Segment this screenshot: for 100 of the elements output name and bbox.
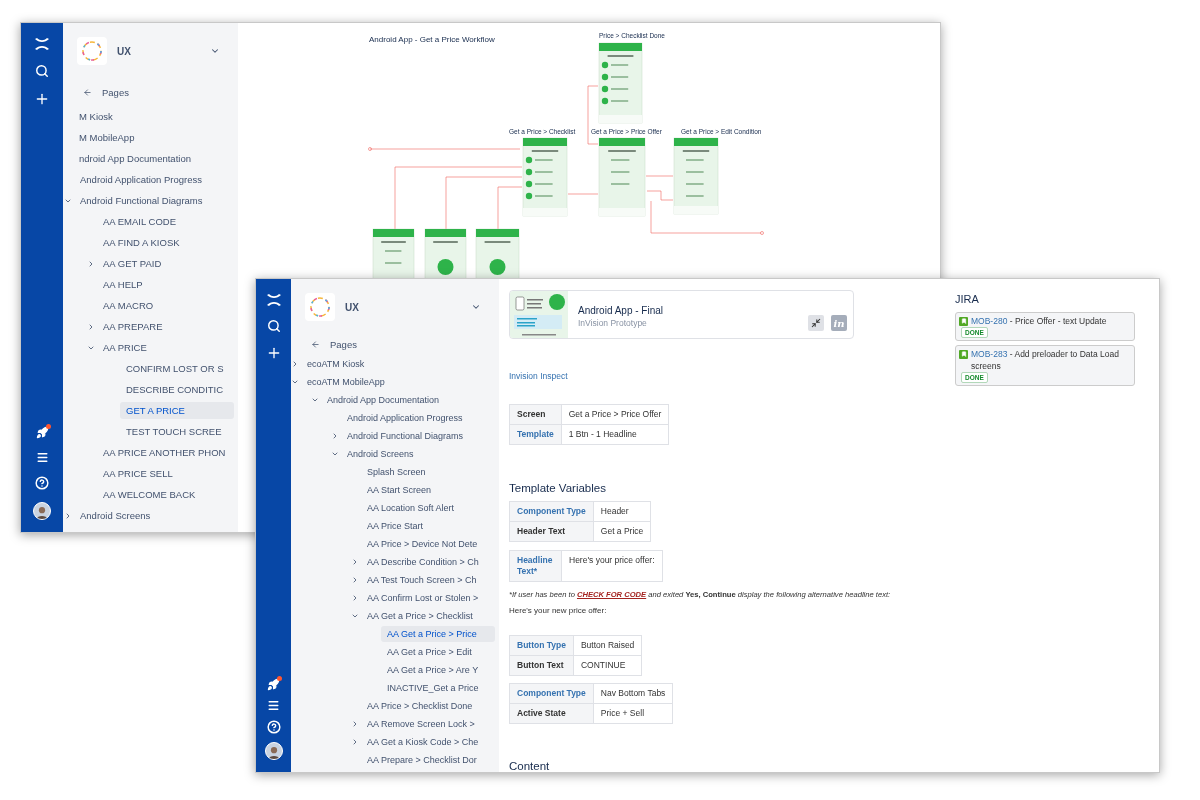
caret-icon[interactable]	[331, 432, 339, 440]
menu-icon[interactable]	[35, 451, 49, 464]
row-value: 1 Btn - 1 Headline	[561, 424, 669, 445]
issue-key-link[interactable]: MOB-283	[971, 349, 1008, 359]
caret-icon[interactable]	[351, 576, 359, 584]
row-label: Header Text	[509, 521, 594, 542]
back-arrow-icon[interactable]	[83, 88, 92, 97]
row-value: Header	[593, 501, 651, 522]
row-label: Button Type	[509, 635, 574, 656]
jira-heading: JIRA	[955, 293, 980, 305]
page-tree-item[interactable]: AA Price Start	[361, 518, 495, 534]
caret-icon[interactable]	[87, 259, 95, 268]
avatar-icon[interactable]	[264, 742, 283, 760]
search-icon[interactable]	[266, 319, 281, 333]
page-tree-item[interactable]: AA EMAIL CODE	[97, 213, 234, 230]
caret-icon[interactable]	[351, 612, 359, 620]
space-name[interactable]: UX	[345, 301, 461, 313]
caret-icon[interactable]	[351, 594, 359, 602]
row-value: CONTINUE	[573, 655, 642, 676]
page-tree-item[interactable]: AA PRICE ANOTHER PHON	[97, 444, 234, 461]
page-tree-item[interactable]: CONFIRM LOST OR S	[120, 360, 234, 377]
create-icon[interactable]	[34, 91, 50, 107]
page-tree-item[interactable]: AA Prepare > Checklist Dor	[361, 752, 495, 768]
page-tree-item[interactable]: ndroid App Documentation	[73, 150, 234, 167]
page-tree-item[interactable]: AA Price > Checklist Done	[361, 698, 495, 714]
caret-icon[interactable]	[351, 558, 359, 566]
page-tree-item[interactable]: AA PREPARE	[97, 318, 234, 335]
help-icon[interactable]	[266, 720, 281, 734]
chevron-down-icon[interactable]	[471, 302, 481, 312]
page-tree-item[interactable]: Android Application Progress	[341, 410, 495, 426]
page-tree-item[interactable]: AA Test Touch Screen > Ch	[361, 572, 495, 588]
page-tree-item[interactable]: Android Functional Diagrams	[74, 192, 234, 209]
page-tree-item[interactable]: ecoATM Kiosk	[301, 356, 495, 372]
page-tree-item[interactable]: M MobileApp	[73, 129, 234, 146]
page-tree-item[interactable]: AA Get a Price > Price	[381, 626, 495, 642]
issue-key-link[interactable]: MOB-280	[971, 316, 1008, 326]
back-arrow-icon[interactable]	[311, 340, 320, 349]
invision-inspect-link[interactable]: Invision Inspect	[509, 371, 568, 381]
page-tree-item[interactable]: AA Start Screen	[361, 482, 495, 498]
caret-icon[interactable]	[351, 720, 359, 728]
page-tree-item[interactable]: AA MACRO	[97, 297, 234, 314]
notification-dot	[45, 424, 51, 429]
page-tree-item[interactable]: DESCRIBE CONDITIC	[120, 381, 234, 398]
caret-icon[interactable]	[351, 738, 359, 746]
page-tree-item[interactable]: Splash Screen	[361, 464, 495, 480]
avatar-icon[interactable]	[33, 502, 51, 520]
page-tree-item[interactable]: AA HELP	[97, 276, 234, 293]
page-tree-item[interactable]: AA FIND A KIOSK	[97, 234, 234, 251]
chevron-down-icon[interactable]	[210, 46, 220, 56]
app-logo-icon[interactable]	[34, 37, 50, 51]
page-tree-item[interactable]: Android Screens	[74, 507, 234, 524]
app-logo-icon[interactable]	[265, 293, 282, 307]
page-tree-item[interactable]: AA Remove Screen Lock >	[361, 716, 495, 732]
page-tree-item[interactable]: Android Application Progress	[74, 171, 234, 188]
caret-icon[interactable]	[64, 511, 72, 520]
space-logo-icon	[309, 296, 331, 318]
page-tree-item[interactable]: AA Get a Price > Edit	[381, 644, 495, 660]
row-label: Component Type	[509, 501, 594, 522]
section-heading: Template Variables	[509, 482, 606, 494]
pages-link[interactable]: Pages	[330, 339, 357, 350]
row-value: Get a Price > Price Offer	[561, 404, 669, 425]
phone-mockup	[424, 228, 467, 279]
caret-icon[interactable]	[87, 322, 95, 331]
row-label: Screen	[509, 404, 562, 425]
space-name[interactable]: UX	[117, 45, 200, 57]
page-tree-item[interactable]: AA PRICE	[97, 339, 234, 356]
page-tree-item[interactable]: AA Get a Price > Are Y	[381, 662, 495, 678]
thumbnail-drawing	[510, 291, 568, 338]
phone-mockup	[475, 228, 520, 279]
menu-icon[interactable]	[267, 699, 280, 712]
caret-icon[interactable]	[311, 396, 319, 404]
rocket-icon[interactable]	[267, 678, 280, 691]
page-tree-item[interactable]: INACTIVE_Get a Price	[381, 680, 495, 696]
page-tree-item[interactable]: AA Get a Price > Checklist	[361, 608, 495, 624]
page-tree-item[interactable]: AA Price > Device Not Dete	[361, 536, 495, 552]
page-tree-item[interactable]: ecoATM MobileApp	[301, 374, 495, 390]
help-icon[interactable]	[35, 476, 49, 490]
caret-icon[interactable]	[331, 450, 339, 458]
rocket-icon[interactable]	[35, 426, 49, 439]
page-tree-item[interactable]: Android Functional Diagrams	[341, 428, 495, 444]
page-tree-item[interactable]: M Kiosk	[73, 108, 234, 125]
page-tree-item[interactable]: AA Location Soft Alert	[361, 500, 495, 516]
page-tree-item[interactable]: AA GET PAID	[97, 255, 234, 272]
page-tree-item[interactable]: Android Screens	[341, 446, 495, 462]
page-tree-item[interactable]: Android App Documentation	[321, 392, 495, 408]
page-tree-item[interactable]: AA WELCOME BACK	[97, 486, 234, 503]
page-tree-item[interactable]: GET A PRICE	[120, 402, 234, 419]
story-icon	[959, 349, 968, 359]
pages-link[interactable]: Pages	[102, 87, 129, 98]
prototype-card[interactable]: Android App - Final InVision Prototype in	[509, 290, 854, 339]
search-icon[interactable]	[35, 64, 49, 78]
caret-icon[interactable]	[291, 378, 299, 386]
story-icon	[959, 316, 968, 326]
page-tree-item[interactable]: AA Get a Kiosk Code > Che	[361, 734, 495, 750]
page-tree-item[interactable]: AA Describe Condition > Ch	[361, 554, 495, 570]
page-tree-item[interactable]: TEST TOUCH SCREE	[120, 423, 234, 440]
collapse-button[interactable]	[808, 315, 824, 331]
page-tree-item[interactable]: AA PRICE SELL	[97, 465, 234, 482]
caret-icon[interactable]	[291, 360, 299, 368]
page-tree-item[interactable]: AA Confirm Lost or Stolen >	[361, 590, 495, 606]
